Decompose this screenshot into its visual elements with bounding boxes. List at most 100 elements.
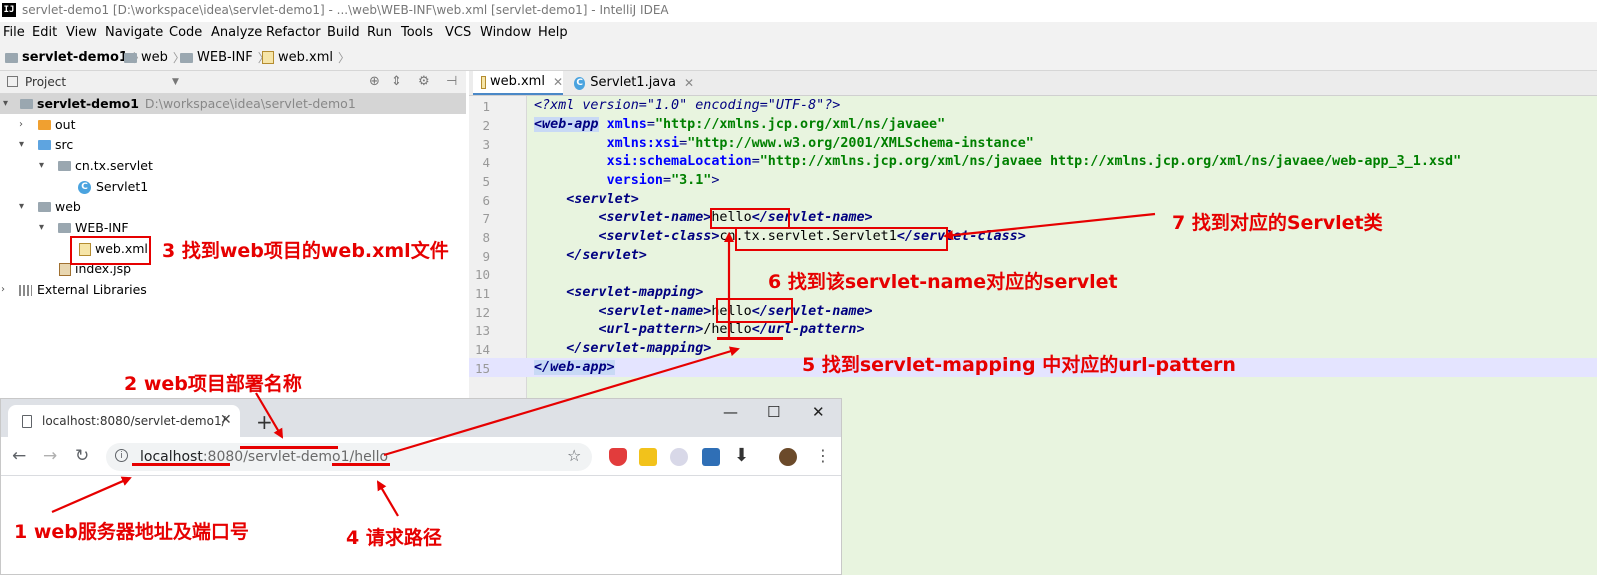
breadcrumb-item-web-xml[interactable]: web.xml 〉 xyxy=(262,49,350,66)
breadcrumb-item-web[interactable]: web 〉 xyxy=(124,49,185,66)
extension-eye-icon[interactable] xyxy=(670,448,688,466)
folder-icon xyxy=(58,223,71,233)
back-arrow-icon[interactable]: ← xyxy=(12,446,26,466)
code-line[interactable]: xmlns:xsi="http://www.w3.org/2001/XMLSch… xyxy=(534,136,1034,151)
chevron-right-icon[interactable]: › xyxy=(1,280,5,300)
tree-item-web-inf[interactable]: ▾ WEB-INF xyxy=(0,218,129,238)
dropdown-arrow-icon[interactable]: ▼ xyxy=(172,77,179,87)
hide-panel-icon[interactable]: ⊣ xyxy=(446,74,457,89)
breadcrumb-label: WEB-INF xyxy=(197,50,253,65)
extension-shield-icon[interactable] xyxy=(609,448,627,466)
code-token: = xyxy=(679,136,688,151)
code-line[interactable]: <servlet-mapping> xyxy=(534,285,703,300)
code-line[interactable]: <servlet> xyxy=(534,192,639,207)
download-icon[interactable]: ⬇ xyxy=(734,445,749,466)
tree-item-servlet1[interactable]: C Servlet1 xyxy=(0,177,148,197)
project-icon xyxy=(7,76,18,87)
project-panel-title[interactable]: Project xyxy=(25,75,66,89)
new-tab-button[interactable]: + xyxy=(256,410,273,434)
menu-build[interactable]: Build xyxy=(327,25,360,40)
code-line[interactable]: <?xml version="1.0" encoding="UTF-8"?> xyxy=(534,98,840,113)
menu-run[interactable]: Run xyxy=(367,25,392,40)
menu-vcs[interactable]: VCS xyxy=(445,25,471,40)
maximize-icon[interactable]: ☐ xyxy=(767,403,780,421)
menu-edit[interactable]: Edit xyxy=(32,25,57,40)
chevron-right-icon[interactable]: › xyxy=(19,115,23,135)
menu-file[interactable]: File xyxy=(3,25,25,40)
project-folder-icon xyxy=(20,99,33,109)
info-icon[interactable]: i xyxy=(115,449,128,462)
code-line[interactable]: <web-app xmlns="http://xmlns.jcp.org/xml… xyxy=(534,117,945,132)
bookmark-star-icon[interactable]: ☆ xyxy=(567,446,581,465)
chevron-down-icon[interactable]: ▾ xyxy=(3,94,8,114)
code-line[interactable]: xsi:schemaLocation="http://xmlns.jcp.org… xyxy=(534,154,1462,169)
breadcrumb-label: servlet-demo1 xyxy=(22,50,128,65)
highlight-web-xml-file xyxy=(70,236,151,265)
line-number: 9 xyxy=(482,249,490,264)
code-line[interactable]: </web-app> xyxy=(534,360,615,375)
window-close-icon[interactable]: ✕ xyxy=(812,403,825,421)
menu-code[interactable]: Code xyxy=(169,25,202,40)
menu-analyze[interactable]: Analyze xyxy=(211,25,262,40)
menu-navigate[interactable]: Navigate xyxy=(105,25,163,40)
code-line[interactable]: </servlet-mapping> xyxy=(534,341,711,356)
code-token: <?xml version="1.0" encoding="UTF-8"?> xyxy=(534,98,841,113)
extension-s-icon[interactable] xyxy=(702,448,720,466)
xml-file-icon xyxy=(481,75,486,89)
underline-request-path xyxy=(332,463,390,466)
code-token: /hello xyxy=(703,322,752,337)
chevron-down-icon[interactable]: ▾ xyxy=(39,218,44,238)
browser-tab[interactable]: localhost:8080/servlet-demo1/ ✕ xyxy=(8,405,240,438)
breadcrumb-item-web-inf[interactable]: WEB-INF〉 xyxy=(180,49,270,66)
code-line[interactable]: <servlet-name>hello</servlet-name> xyxy=(534,210,873,225)
tab-servlet1-java[interactable]: C Servlet1.java ✕ xyxy=(566,71,694,95)
code-line[interactable]: version="3.1"> xyxy=(534,173,720,188)
line-number: 7 xyxy=(482,211,490,226)
forward-arrow-icon[interactable]: → xyxy=(43,446,57,466)
line-number: 8 xyxy=(482,230,490,245)
line-number: 15 xyxy=(474,361,490,376)
close-icon[interactable]: ✕ xyxy=(553,70,563,94)
line-number: 10 xyxy=(474,267,490,282)
reload-icon[interactable]: ↻ xyxy=(75,446,89,466)
java-class-icon: C xyxy=(574,76,586,90)
chevron-down-icon[interactable]: ▾ xyxy=(19,197,24,217)
tree-item-package[interactable]: ▾ cn.tx.servlet xyxy=(0,156,153,176)
menu-help[interactable]: Help xyxy=(538,25,568,40)
more-menu-icon[interactable]: ⋮ xyxy=(815,446,831,465)
menu-view[interactable]: View xyxy=(66,25,97,40)
close-icon[interactable]: ✕ xyxy=(220,412,232,428)
page-icon xyxy=(22,415,32,428)
minimize-icon[interactable]: — xyxy=(723,403,738,421)
avatar[interactable] xyxy=(779,448,797,466)
menu-tools[interactable]: Tools xyxy=(401,25,433,40)
code-token: xmlns:xsi xyxy=(606,136,680,151)
gear-icon[interactable]: ⚙ xyxy=(418,74,430,89)
code-token: = xyxy=(751,154,760,169)
tree-item-project-root[interactable]: ▾ servlet-demo1 D:\workspace\idea\servle… xyxy=(0,94,466,114)
chevron-down-icon[interactable]: ▾ xyxy=(19,135,24,155)
code-token: "3.1" xyxy=(671,173,712,188)
tree-item-external-libraries[interactable]: › External Libraries xyxy=(0,280,147,300)
locate-icon[interactable]: ⊕ xyxy=(369,74,380,89)
code-token: <servlet> xyxy=(566,192,639,207)
menu-refactor[interactable]: Refactor xyxy=(266,25,321,40)
extension-notes-icon[interactable] xyxy=(639,448,657,466)
tree-item-src[interactable]: ▾ src xyxy=(0,135,73,155)
menu-window[interactable]: Window xyxy=(480,25,531,40)
close-icon[interactable]: ✕ xyxy=(684,71,694,95)
code-line[interactable]: </servlet> xyxy=(534,248,647,263)
tree-item-web[interactable]: ▾ web xyxy=(0,197,81,217)
collapse-icon[interactable]: ⇕ xyxy=(391,74,402,89)
tree-item-out[interactable]: › out xyxy=(0,115,75,135)
tab-web-xml[interactable]: web.xml ✕ xyxy=(473,71,563,95)
code-line[interactable]: <url-pattern>/hello</url-pattern> xyxy=(534,322,865,337)
chevron-down-icon[interactable]: ▾ xyxy=(39,156,44,176)
code-line[interactable]: <servlet-name>hello</servlet-name> xyxy=(534,304,873,319)
